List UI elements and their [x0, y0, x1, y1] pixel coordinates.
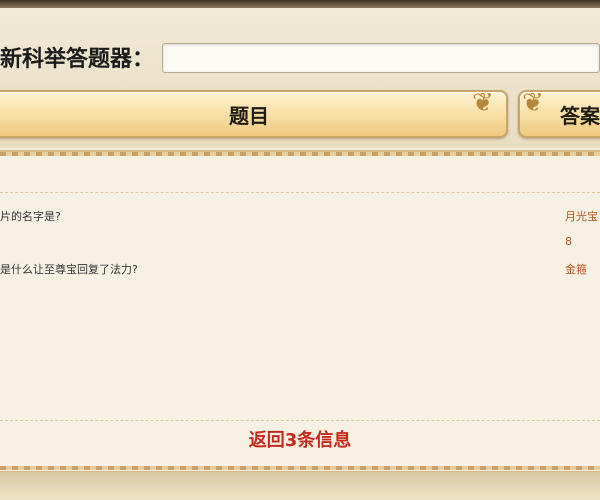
search-input[interactable]	[162, 43, 600, 73]
search-label: 新科举答题器：	[0, 47, 155, 72]
answer-text: 月光宝	[565, 210, 598, 223]
answer-text: 金箍	[565, 263, 587, 276]
tab-question-label: 题目	[229, 103, 269, 128]
list-item[interactable]: 8	[0, 235, 600, 257]
top-border	[0, 0, 600, 8]
bottom-border	[0, 472, 600, 500]
tab-answer-label: 答案	[560, 103, 600, 128]
list-item[interactable]: 片的名字是? 月光宝	[0, 208, 600, 230]
question-text: 是什么让至尊宝回复了法力?	[0, 263, 138, 276]
ornament-icon: ❦	[522, 90, 544, 118]
rope-divider	[0, 152, 600, 156]
rope-divider	[0, 466, 600, 470]
tab-answer[interactable]: ❦ 答案	[518, 90, 600, 138]
question-text: 片的名字是?	[0, 210, 61, 223]
quiz-helper-window: 新科举答题器： 题目 ❦ ❦ 答案 片的名字是? 月光宝 8 是什么让至尊宝回复…	[0, 0, 600, 500]
tab-question[interactable]: 题目 ❦	[0, 90, 508, 138]
ornament-icon: ❦	[472, 90, 494, 118]
divider	[0, 192, 600, 193]
result-count-status: 返回3条信息	[248, 430, 352, 451]
list-item[interactable]: 是什么让至尊宝回复了法力? 金箍	[0, 261, 600, 283]
answer-text: 8	[565, 235, 572, 248]
divider	[0, 420, 600, 421]
